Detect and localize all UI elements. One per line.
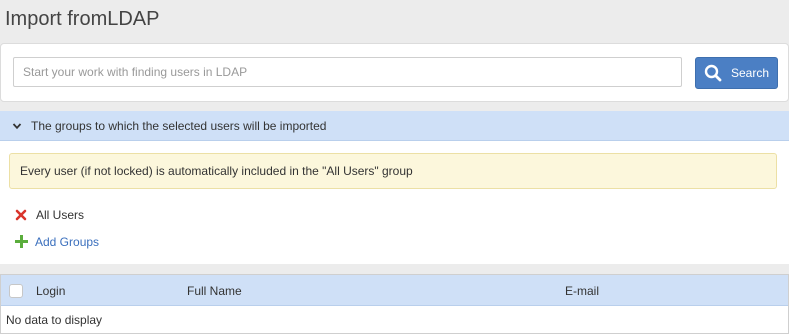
info-message-text: Every user (if not locked) is automatica… <box>20 164 413 178</box>
search-button[interactable]: Search <box>695 57 778 89</box>
column-header-login[interactable]: Login <box>36 284 65 298</box>
groups-header-label: The groups to which the selected users w… <box>31 118 327 133</box>
users-grid: Login Full Name E-mail No data to displa… <box>0 274 789 334</box>
group-item-label: All Users <box>36 208 85 222</box>
groups-section: The groups to which the selected users w… <box>0 111 789 264</box>
empty-grid-message: No data to display <box>6 313 103 327</box>
info-message: Every user (if not locked) is automatica… <box>9 153 777 189</box>
page-title: Import fromLDAP <box>5 8 160 30</box>
search-icon <box>704 64 722 82</box>
column-header-full-name[interactable]: Full Name <box>187 284 242 298</box>
add-groups-link[interactable]: Add Groups <box>14 234 99 249</box>
groups-header[interactable]: The groups to which the selected users w… <box>0 111 789 141</box>
select-all-checkbox[interactable] <box>9 284 23 298</box>
search-panel: Search <box>0 43 789 102</box>
chevron-down-icon <box>12 122 22 129</box>
column-header-email[interactable]: E-mail <box>565 284 599 298</box>
plus-icon <box>15 235 28 248</box>
search-input[interactable] <box>13 57 682 87</box>
grid-header: Login Full Name E-mail <box>1 275 788 306</box>
add-groups-label: Add Groups <box>35 234 100 249</box>
search-button-label: Search <box>730 66 770 80</box>
remove-icon[interactable] <box>15 209 27 221</box>
group-item-all-users: All Users <box>15 208 84 222</box>
